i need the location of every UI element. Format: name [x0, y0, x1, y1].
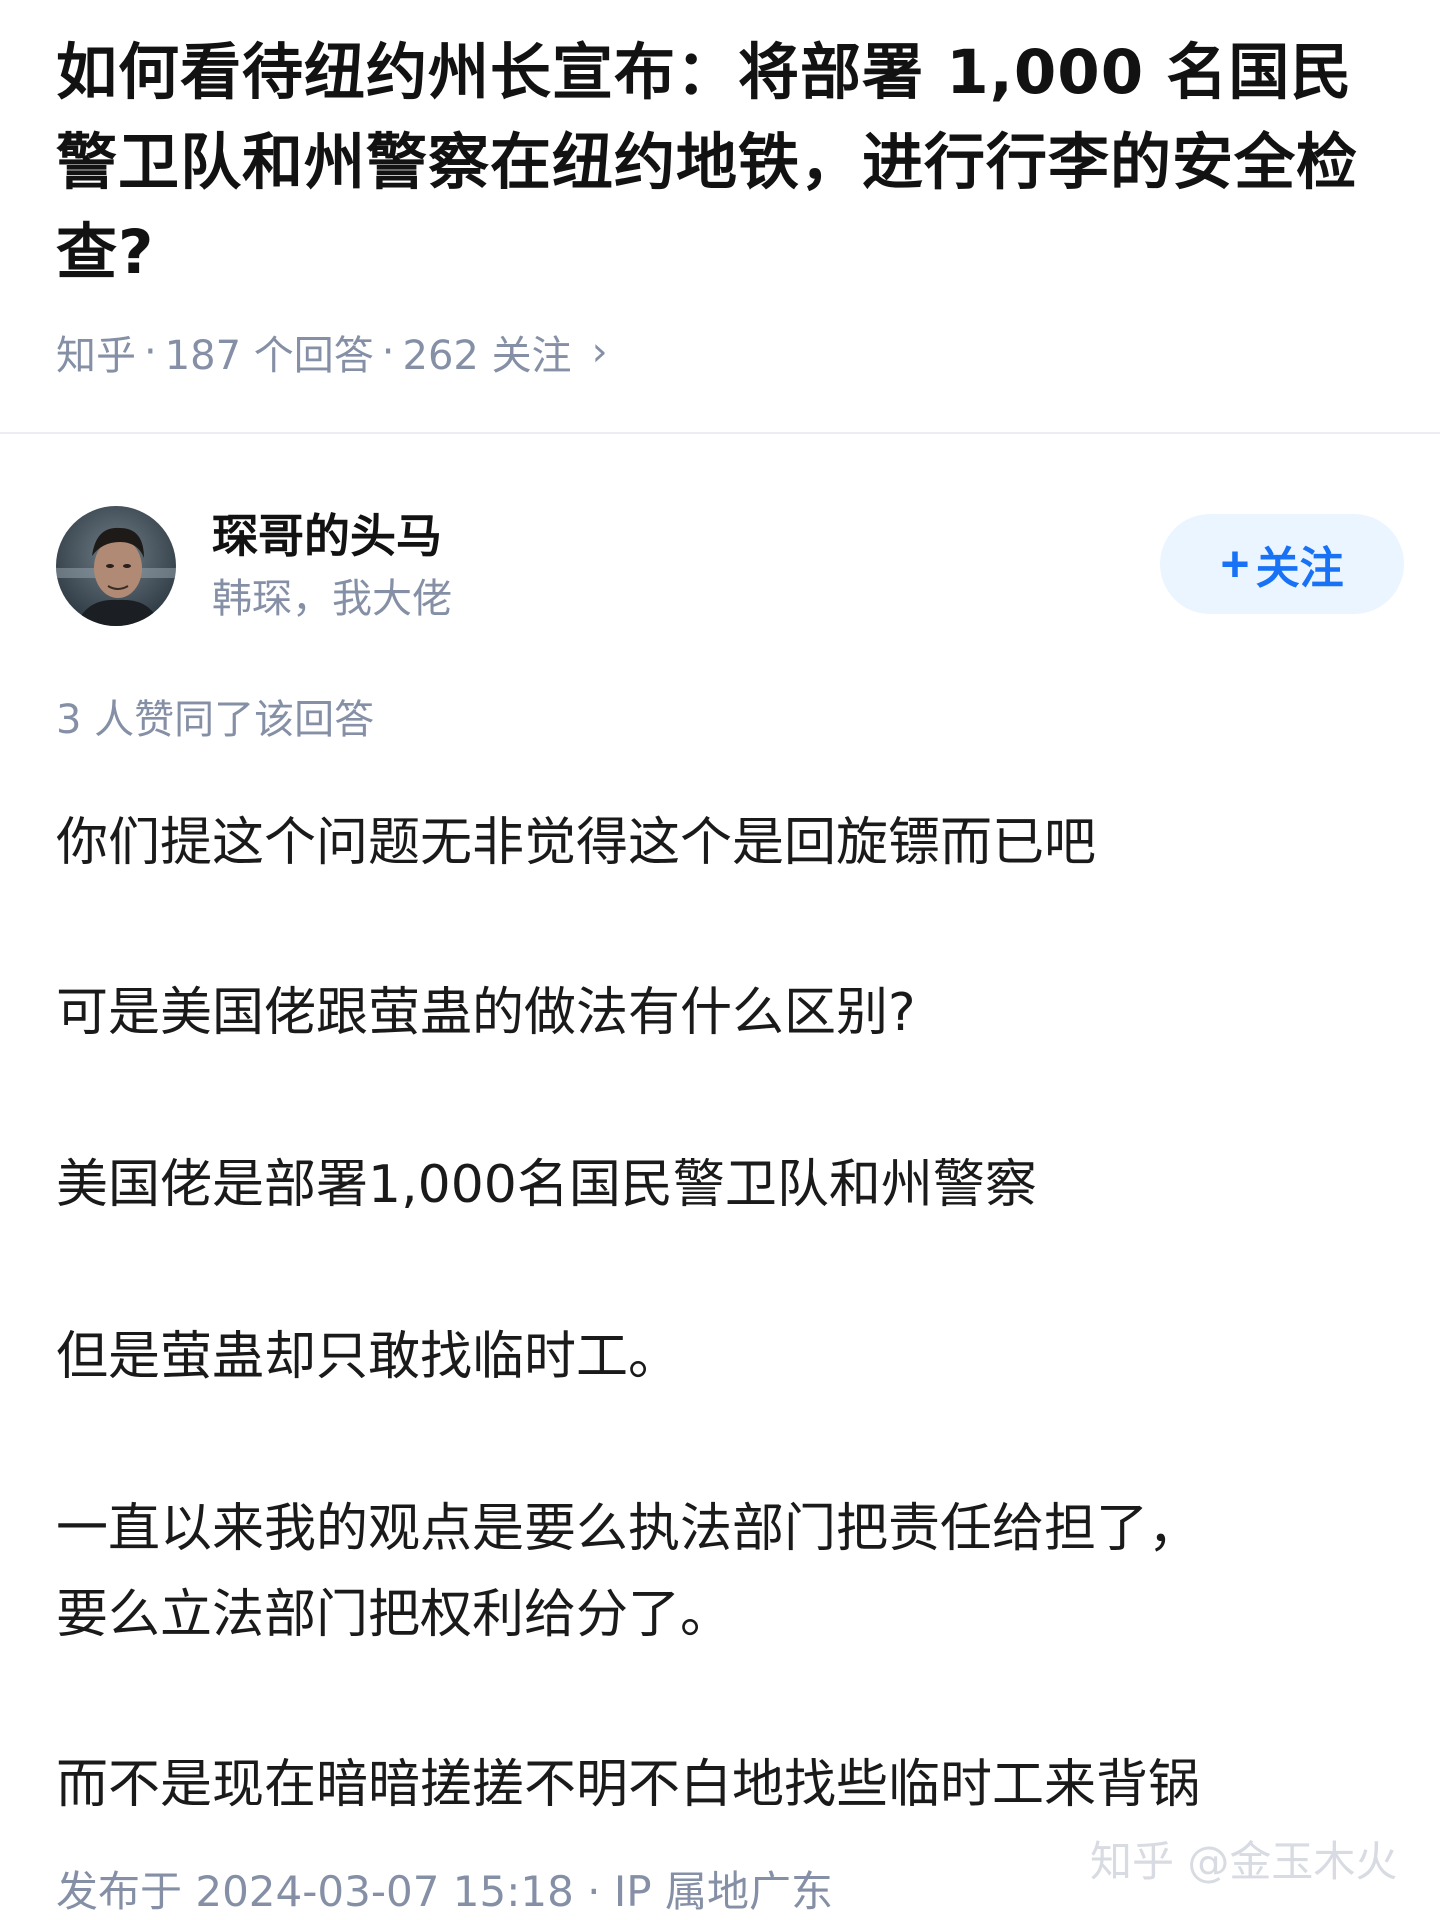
author-row: 琛哥的头马 韩琛，我大佬 + 关注	[56, 502, 1406, 626]
meta-separator: ·	[144, 329, 157, 375]
question-title[interactable]: 如何看待纽约州长宣布：将部署 1,000 名国民警卫队和州警察在纽约地铁，进行行…	[56, 28, 1386, 298]
chevron-right-icon[interactable]: ›	[592, 329, 608, 375]
meta-separator: ·	[381, 329, 395, 375]
plus-icon: +	[1220, 536, 1250, 592]
answer-paragraph: 可是美国佬跟萤蛊的做法有什么区别?	[56, 983, 916, 1043]
answer-paragraph: 美国佬是部署1,000名国民警卫队和州警察	[56, 1155, 1037, 1215]
author-name[interactable]: 琛哥的头马	[212, 508, 442, 564]
avatar[interactable]	[56, 506, 176, 626]
follow-label: 关注	[1255, 544, 1344, 593]
answer-paragraph: 要么立法部门把权利给分了。	[56, 1585, 733, 1645]
answer-paragraph: 你们提这个问题无非觉得这个是回旋镖而已吧	[56, 813, 1097, 873]
upvote-count: 3 人赞同了该回答	[56, 697, 375, 743]
author-bio: 韩琛，我大佬	[212, 576, 452, 622]
answers-count: 187 个回答	[164, 333, 374, 379]
watermark: 知乎 @金玉木火	[1090, 1837, 1398, 1886]
answer-paragraph: 一直以来我的观点是要么执法部门把责任给担了，	[56, 1499, 1201, 1559]
answer-paragraph: 但是萤蛊却只敢找临时工。	[56, 1327, 681, 1387]
source-label: 知乎	[56, 333, 136, 379]
question-header: 如何看待纽约州长宣布：将部署 1,000 名国民警卫队和州警察在纽约地铁，进行行…	[56, 28, 1386, 379]
question-meta[interactable]: 知乎 · 187 个回答 · 262 关注 ›	[56, 326, 1386, 379]
section-divider	[0, 432, 1440, 434]
follow-button[interactable]: + 关注	[1160, 514, 1404, 614]
avatar-image	[56, 506, 176, 626]
followers-count: 262 关注	[402, 333, 572, 379]
publish-info: 发布于 2024-03-07 15:18 · IP 属地广东	[56, 1867, 833, 1916]
answer-paragraph: 而不是现在暗暗搓搓不明不白地找些临时工来背锅	[56, 1755, 1201, 1815]
